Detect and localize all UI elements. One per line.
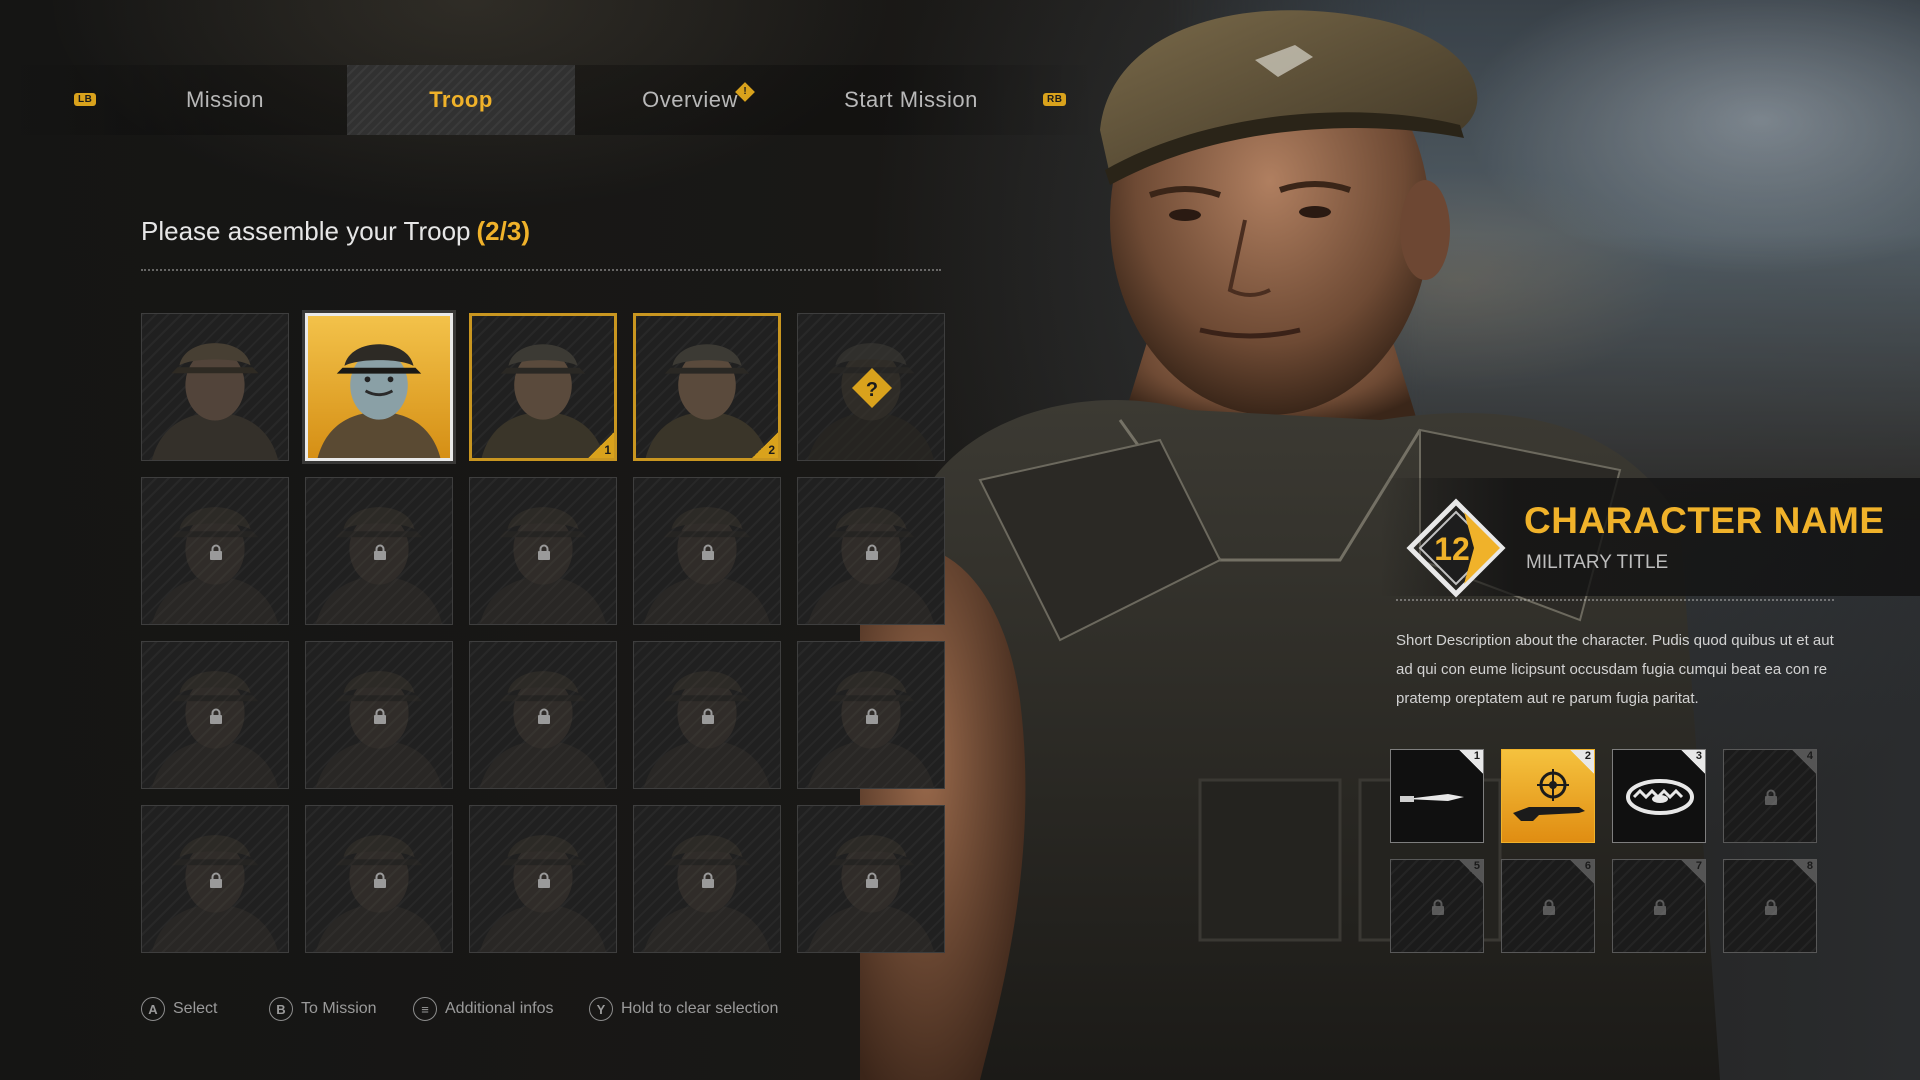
troop-slot [633, 641, 781, 789]
hint-select[interactable]: A Select [141, 997, 217, 1021]
troop-slot [797, 641, 945, 789]
troop-heading-text: Please assemble your Troop [141, 216, 471, 246]
lock-icon [1765, 789, 1777, 805]
troop-slot [305, 805, 453, 953]
lock-icon [1654, 899, 1666, 915]
hint-to-mission[interactable]: B To Mission [269, 997, 377, 1021]
character-title: MILITARY TITLE [1526, 552, 1669, 573]
troop-slot[interactable]: ? [797, 313, 945, 461]
bear-trap-icon [1626, 779, 1694, 815]
lock-icon [1543, 899, 1555, 915]
troop-slot[interactable]: 2 [633, 313, 781, 461]
troop-slot [141, 805, 289, 953]
loadout-slot-4: 4 [1723, 749, 1817, 843]
tab-overview-label: Overview [642, 87, 738, 112]
knife-icon [1400, 794, 1464, 802]
lock-icon [1432, 899, 1444, 915]
troop-slot [305, 477, 453, 625]
loadout-slot-8: 8 [1723, 859, 1817, 953]
troop-slot[interactable]: 1 [469, 313, 617, 461]
left-bumper-hint[interactable]: LB [74, 93, 97, 106]
tab-overview[interactable]: Overview [600, 65, 780, 135]
troop-slot [797, 805, 945, 953]
heading-divider [141, 269, 941, 271]
tab-mission[interactable]: Mission [140, 65, 310, 135]
hint-select-label: Select [173, 1000, 218, 1017]
overview-alert-icon: ! [735, 82, 755, 102]
sniper-rifle-icon [1513, 769, 1585, 821]
hint-to-mission-label: To Mission [301, 1000, 377, 1017]
character-divider [1396, 599, 1834, 601]
loadout-slot-5: 5 [1390, 859, 1484, 953]
tab-troop[interactable]: Troop [347, 65, 575, 135]
troop-slot [469, 641, 617, 789]
level-badge: 12 [1406, 498, 1506, 598]
hint-clear-selection-label: Hold to clear selection [621, 1000, 779, 1017]
troop-slot[interactable] [141, 313, 289, 461]
svg-text:?: ? [866, 379, 878, 401]
troop-slot[interactable] [305, 313, 453, 461]
loadout-slot-1[interactable]: 1 [1390, 749, 1484, 843]
hint-additional-infos[interactable]: ≡ Additional infos [413, 997, 554, 1021]
top-tab-bar: LB Mission Troop Overview ! Start Missio… [0, 65, 1100, 135]
troop-slot [633, 805, 781, 953]
character-description: Short Description about the character. P… [1396, 632, 1834, 707]
right-bumper-hint[interactable]: RB [1043, 93, 1067, 106]
loadout-slot-2[interactable]: 2 [1501, 749, 1595, 843]
character-name: CHARACTER NAME [1524, 500, 1885, 541]
y-button-icon: Y [589, 997, 613, 1021]
troop-count: (2/3) [476, 216, 530, 246]
troop-slot [633, 477, 781, 625]
troop-heading: Please assemble your Troop (2/3) [141, 216, 530, 247]
menu-button-icon: ≡ [413, 997, 437, 1021]
lock-icon [1765, 899, 1777, 915]
troop-slot [797, 477, 945, 625]
hint-additional-infos-label: Additional infos [445, 1000, 554, 1017]
b-button-icon: B [269, 997, 293, 1021]
loadout-slot-6: 6 [1501, 859, 1595, 953]
troop-slot [141, 477, 289, 625]
tab-start-mission[interactable]: Start Mission [820, 65, 1002, 135]
troop-slot [141, 641, 289, 789]
loadout-slot-7: 7 [1612, 859, 1706, 953]
troop-slot [469, 805, 617, 953]
a-button-icon: A [141, 997, 165, 1021]
loadout-slot-3[interactable]: 3 [1612, 749, 1706, 843]
level-value: 12 [1434, 531, 1470, 567]
troop-slot [305, 641, 453, 789]
hint-clear-selection[interactable]: Y Hold to clear selection [589, 997, 778, 1021]
troop-slot [469, 477, 617, 625]
